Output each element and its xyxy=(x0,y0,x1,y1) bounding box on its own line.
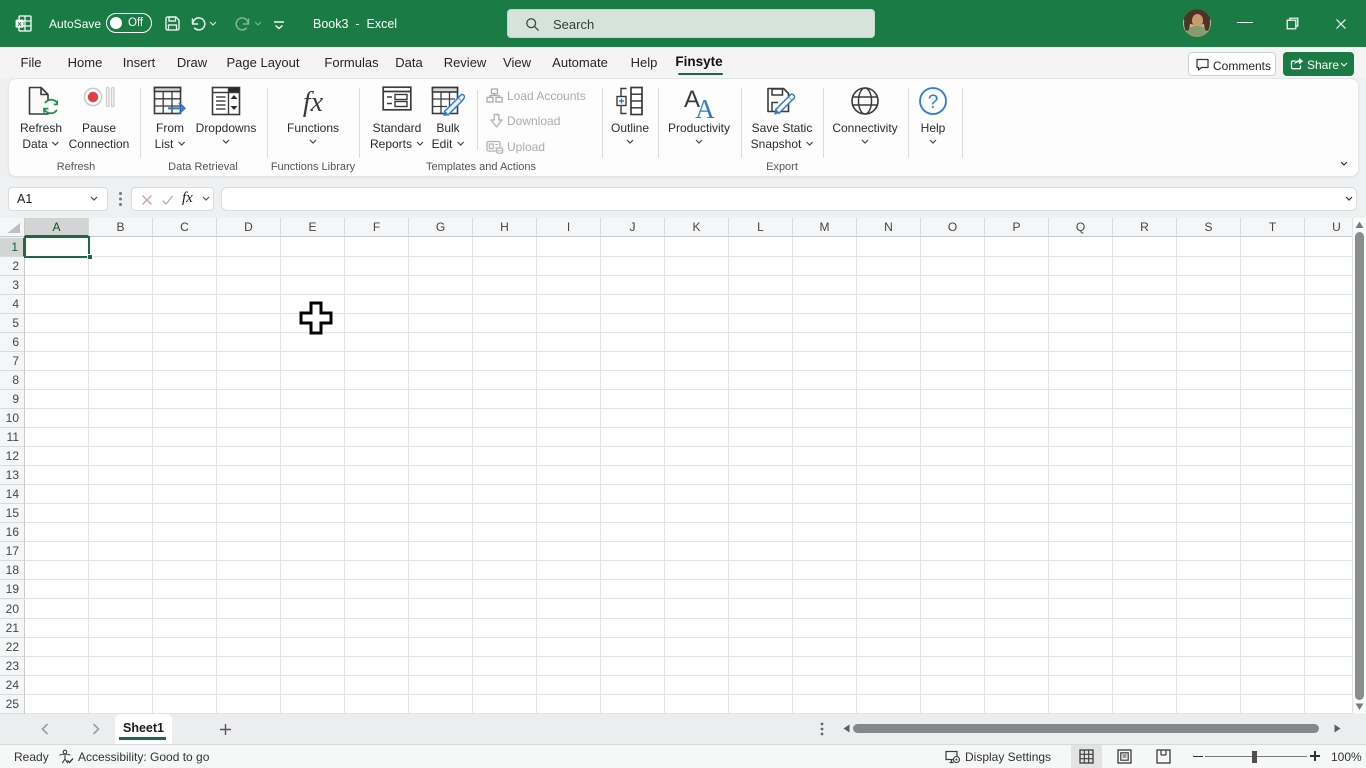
svg-text:A: A xyxy=(695,94,715,120)
svg-text:?: ? xyxy=(928,92,939,113)
svg-text:fx: fx xyxy=(303,87,324,118)
